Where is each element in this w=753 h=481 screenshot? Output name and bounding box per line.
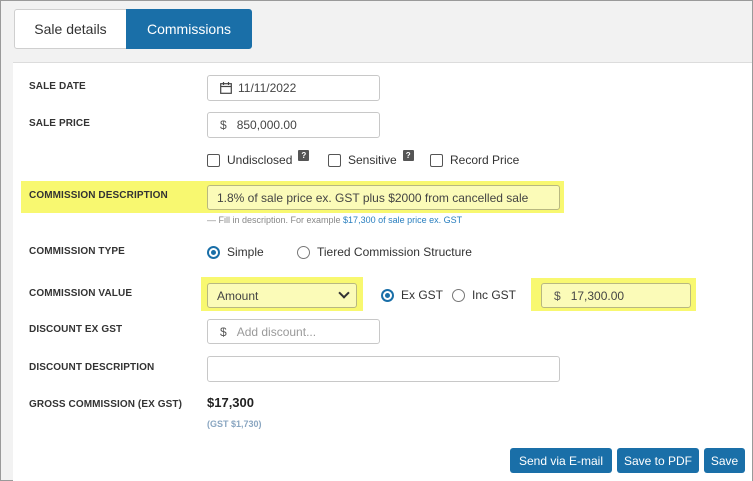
sensitive-label: Sensitive (348, 153, 397, 167)
sensitive-checkbox-box[interactable] (328, 153, 341, 167)
discount-description-label: DISCOUNT DESCRIPTION (29, 362, 155, 373)
discount-currency: $ (220, 324, 227, 339)
sale-date-label: SALE DATE (29, 81, 86, 92)
chevron-down-icon (338, 287, 350, 299)
sensitive-help-icon[interactable]: ? (402, 149, 414, 161)
commission-value-select-value: Amount (217, 288, 259, 303)
save-button[interactable]: Save (704, 448, 745, 473)
radio-ex-gst[interactable]: Ex GST (381, 288, 443, 302)
gross-commission-label: GROSS COMMISSION (EX GST) (29, 399, 183, 410)
sale-price-currency: $ (220, 118, 227, 132)
commission-description-label: COMMISSION DESCRIPTION (29, 190, 168, 201)
radio-inc-gst-label: Inc GST (472, 288, 517, 302)
commission-amount-currency: $ (554, 288, 561, 303)
radio-simple-label: Simple (227, 245, 264, 259)
radio-simple-dot[interactable] (207, 245, 220, 259)
commission-description-value: 1.8% of sale price ex. GST plus $2000 fr… (217, 190, 529, 205)
commission-description-input[interactable]: 1.8% of sale price ex. GST plus $2000 fr… (207, 185, 560, 210)
hint-text: — Fill in description. For example (207, 215, 344, 225)
window-frame: Sale details Commissions SALE DATE 11/11… (0, 0, 753, 481)
gross-commission-value: $17,300 (207, 395, 254, 410)
undisclosed-checkbox-box[interactable] (207, 153, 220, 167)
undisclosed-checkbox[interactable]: Undisclosed ? (207, 149, 310, 167)
tab-sale-details-label: Sale details (34, 21, 107, 37)
record-price-checkbox[interactable]: Record Price (430, 153, 519, 167)
discount-ex-gst-input[interactable]: $ Add discount... (207, 319, 380, 344)
tab-commissions[interactable]: Commissions (126, 9, 252, 49)
radio-tiered-dot[interactable] (297, 245, 310, 259)
commission-description-hint: — Fill in description. For example $17,3… (207, 215, 462, 225)
radio-inc-gst-dot[interactable] (452, 288, 465, 302)
discount-placeholder: Add discount... (236, 324, 317, 339)
gross-commission-gst: (GST $1,730) (207, 419, 262, 429)
radio-ex-gst-label: Ex GST (401, 288, 444, 302)
save-pdf-button[interactable]: Save to PDF (617, 448, 699, 473)
radio-tiered-label: Tiered Commission Structure (317, 245, 472, 259)
undisclosed-help-icon[interactable]: ? (298, 149, 310, 161)
commission-amount-input[interactable]: $ 17,300.00 (541, 283, 691, 308)
radio-inc-gst[interactable]: Inc GST (452, 288, 516, 302)
record-price-checkbox-box[interactable] (430, 153, 443, 167)
tab-commissions-label: Commissions (146, 21, 231, 37)
discount-ex-gst-label: DISCOUNT EX GST (29, 324, 123, 335)
radio-simple[interactable]: Simple (207, 245, 264, 259)
sale-price-input[interactable]: $ 850,000.00 (207, 112, 380, 138)
commissions-panel (13, 62, 752, 481)
radio-tiered[interactable]: Tiered Commission Structure (297, 245, 472, 259)
radio-ex-gst-dot[interactable] (381, 288, 394, 302)
sale-price-label: SALE PRICE (29, 118, 91, 129)
undisclosed-label: Undisclosed (227, 153, 293, 167)
commission-value-label: COMMISSION VALUE (29, 288, 133, 299)
record-price-label: Record Price (450, 153, 520, 167)
commission-amount-value: 17,300.00 (570, 288, 625, 303)
tab-sale-details[interactable]: Sale details (14, 9, 127, 49)
discount-description-input[interactable] (207, 356, 560, 382)
sale-date-value: 11/11/2022 (238, 81, 297, 95)
hint-example-link[interactable]: $17,300 of sale price ex. GST (343, 215, 462, 225)
sale-price-value: 850,000.00 (236, 118, 297, 132)
send-email-button[interactable]: Send via E-mail (510, 448, 612, 473)
commission-type-label: COMMISSION TYPE (29, 246, 125, 257)
commission-value-select[interactable]: Amount (207, 283, 357, 308)
calendar-icon (220, 82, 232, 94)
sensitive-checkbox[interactable]: Sensitive ? (328, 149, 414, 167)
sale-date-input[interactable]: 11/11/2022 (207, 75, 380, 101)
